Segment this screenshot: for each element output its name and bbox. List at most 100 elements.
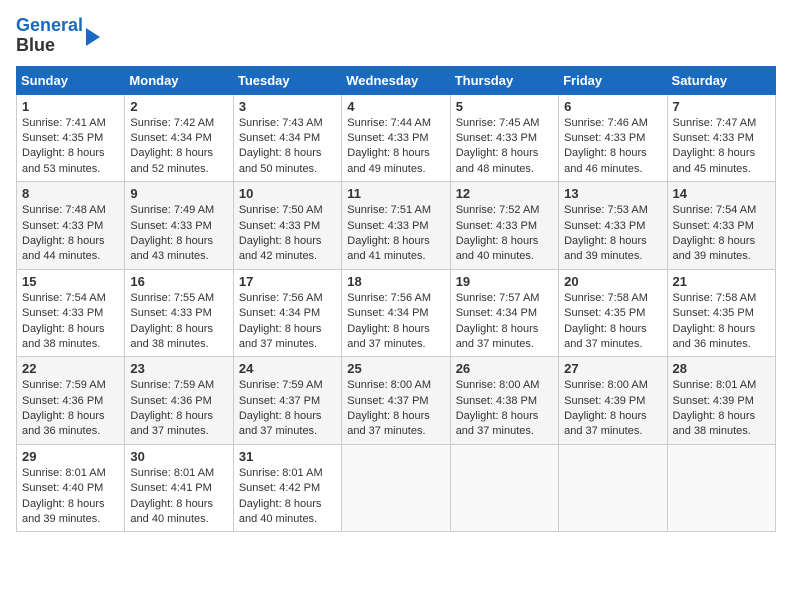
day-number: 9 xyxy=(130,186,227,201)
calendar-table: SundayMondayTuesdayWednesdayThursdayFrid… xyxy=(16,66,776,533)
day-info: Sunrise: 7:50 AM Sunset: 4:33 PM Dayligh… xyxy=(239,203,336,265)
day-info: Sunrise: 8:00 AM Sunset: 4:38 PM Dayligh… xyxy=(456,378,553,440)
day-number: 19 xyxy=(456,274,553,289)
day-info: Sunrise: 7:44 AM Sunset: 4:33 PM Dayligh… xyxy=(347,116,444,178)
calendar-cell: 13 Sunrise: 7:53 AM Sunset: 4:33 PM Dayl… xyxy=(559,182,667,270)
day-info: Sunrise: 7:54 AM Sunset: 4:33 PM Dayligh… xyxy=(22,291,119,353)
day-info: Sunrise: 7:51 AM Sunset: 4:33 PM Dayligh… xyxy=(347,203,444,265)
day-info: Sunrise: 7:47 AM Sunset: 4:33 PM Dayligh… xyxy=(673,116,770,178)
day-number: 1 xyxy=(22,99,119,114)
day-info: Sunrise: 7:46 AM Sunset: 4:33 PM Dayligh… xyxy=(564,116,661,178)
day-info: Sunrise: 7:59 AM Sunset: 4:37 PM Dayligh… xyxy=(239,378,336,440)
calendar-cell: 7 Sunrise: 7:47 AM Sunset: 4:33 PM Dayli… xyxy=(667,94,775,182)
day-info: Sunrise: 8:00 AM Sunset: 4:37 PM Dayligh… xyxy=(347,378,444,440)
day-number: 15 xyxy=(22,274,119,289)
logo-general: General xyxy=(16,15,83,35)
day-info: Sunrise: 8:01 AM Sunset: 4:41 PM Dayligh… xyxy=(130,466,227,528)
calendar-cell: 6 Sunrise: 7:46 AM Sunset: 4:33 PM Dayli… xyxy=(559,94,667,182)
day-info: Sunrise: 7:58 AM Sunset: 4:35 PM Dayligh… xyxy=(564,291,661,353)
day-number: 6 xyxy=(564,99,661,114)
calendar-cell: 31 Sunrise: 8:01 AM Sunset: 4:42 PM Dayl… xyxy=(233,444,341,532)
day-number: 28 xyxy=(673,361,770,376)
day-number: 24 xyxy=(239,361,336,376)
calendar-cell: 8 Sunrise: 7:48 AM Sunset: 4:33 PM Dayli… xyxy=(17,182,125,270)
calendar-week-5: 29 Sunrise: 8:01 AM Sunset: 4:40 PM Dayl… xyxy=(17,444,776,532)
calendar-cell: 5 Sunrise: 7:45 AM Sunset: 4:33 PM Dayli… xyxy=(450,94,558,182)
header-friday: Friday xyxy=(559,66,667,94)
calendar-cell: 15 Sunrise: 7:54 AM Sunset: 4:33 PM Dayl… xyxy=(17,269,125,357)
day-info: Sunrise: 8:01 AM Sunset: 4:39 PM Dayligh… xyxy=(673,378,770,440)
calendar-cell: 16 Sunrise: 7:55 AM Sunset: 4:33 PM Dayl… xyxy=(125,269,233,357)
day-number: 17 xyxy=(239,274,336,289)
calendar-cell: 22 Sunrise: 7:59 AM Sunset: 4:36 PM Dayl… xyxy=(17,357,125,445)
day-number: 4 xyxy=(347,99,444,114)
calendar-cell xyxy=(667,444,775,532)
day-number: 20 xyxy=(564,274,661,289)
day-info: Sunrise: 8:01 AM Sunset: 4:42 PM Dayligh… xyxy=(239,466,336,528)
day-info: Sunrise: 7:43 AM Sunset: 4:34 PM Dayligh… xyxy=(239,116,336,178)
calendar-cell: 21 Sunrise: 7:58 AM Sunset: 4:35 PM Dayl… xyxy=(667,269,775,357)
day-info: Sunrise: 7:49 AM Sunset: 4:33 PM Dayligh… xyxy=(130,203,227,265)
calendar-cell: 27 Sunrise: 8:00 AM Sunset: 4:39 PM Dayl… xyxy=(559,357,667,445)
calendar-cell: 19 Sunrise: 7:57 AM Sunset: 4:34 PM Dayl… xyxy=(450,269,558,357)
day-number: 30 xyxy=(130,449,227,464)
header-thursday: Thursday xyxy=(450,66,558,94)
day-info: Sunrise: 7:58 AM Sunset: 4:35 PM Dayligh… xyxy=(673,291,770,353)
calendar-cell: 9 Sunrise: 7:49 AM Sunset: 4:33 PM Dayli… xyxy=(125,182,233,270)
day-number: 5 xyxy=(456,99,553,114)
logo-text: General Blue xyxy=(16,16,83,56)
header-wednesday: Wednesday xyxy=(342,66,450,94)
header-tuesday: Tuesday xyxy=(233,66,341,94)
day-info: Sunrise: 7:52 AM Sunset: 4:33 PM Dayligh… xyxy=(456,203,553,265)
page-header: General Blue xyxy=(16,16,776,56)
day-number: 27 xyxy=(564,361,661,376)
day-number: 21 xyxy=(673,274,770,289)
header-monday: Monday xyxy=(125,66,233,94)
day-info: Sunrise: 7:42 AM Sunset: 4:34 PM Dayligh… xyxy=(130,116,227,178)
day-number: 7 xyxy=(673,99,770,114)
day-number: 18 xyxy=(347,274,444,289)
day-info: Sunrise: 7:59 AM Sunset: 4:36 PM Dayligh… xyxy=(22,378,119,440)
day-info: Sunrise: 7:57 AM Sunset: 4:34 PM Dayligh… xyxy=(456,291,553,353)
calendar-cell: 14 Sunrise: 7:54 AM Sunset: 4:33 PM Dayl… xyxy=(667,182,775,270)
day-number: 31 xyxy=(239,449,336,464)
day-number: 11 xyxy=(347,186,444,201)
day-info: Sunrise: 7:59 AM Sunset: 4:36 PM Dayligh… xyxy=(130,378,227,440)
calendar-cell: 17 Sunrise: 7:56 AM Sunset: 4:34 PM Dayl… xyxy=(233,269,341,357)
day-number: 13 xyxy=(564,186,661,201)
day-number: 8 xyxy=(22,186,119,201)
calendar-cell: 4 Sunrise: 7:44 AM Sunset: 4:33 PM Dayli… xyxy=(342,94,450,182)
day-number: 25 xyxy=(347,361,444,376)
day-number: 22 xyxy=(22,361,119,376)
calendar-cell: 20 Sunrise: 7:58 AM Sunset: 4:35 PM Dayl… xyxy=(559,269,667,357)
day-number: 12 xyxy=(456,186,553,201)
calendar-cell: 23 Sunrise: 7:59 AM Sunset: 4:36 PM Dayl… xyxy=(125,357,233,445)
calendar-cell xyxy=(559,444,667,532)
calendar-cell: 25 Sunrise: 8:00 AM Sunset: 4:37 PM Dayl… xyxy=(342,357,450,445)
calendar-week-3: 15 Sunrise: 7:54 AM Sunset: 4:33 PM Dayl… xyxy=(17,269,776,357)
logo-arrow-icon xyxy=(86,28,100,46)
day-info: Sunrise: 7:55 AM Sunset: 4:33 PM Dayligh… xyxy=(130,291,227,353)
logo: General Blue xyxy=(16,16,100,56)
calendar-cell: 18 Sunrise: 7:56 AM Sunset: 4:34 PM Dayl… xyxy=(342,269,450,357)
day-number: 10 xyxy=(239,186,336,201)
day-number: 14 xyxy=(673,186,770,201)
calendar-week-2: 8 Sunrise: 7:48 AM Sunset: 4:33 PM Dayli… xyxy=(17,182,776,270)
calendar-cell: 3 Sunrise: 7:43 AM Sunset: 4:34 PM Dayli… xyxy=(233,94,341,182)
calendar-cell: 26 Sunrise: 8:00 AM Sunset: 4:38 PM Dayl… xyxy=(450,357,558,445)
calendar-cell xyxy=(450,444,558,532)
calendar-cell: 2 Sunrise: 7:42 AM Sunset: 4:34 PM Dayli… xyxy=(125,94,233,182)
calendar-header-row: SundayMondayTuesdayWednesdayThursdayFrid… xyxy=(17,66,776,94)
day-number: 3 xyxy=(239,99,336,114)
calendar-cell xyxy=(342,444,450,532)
calendar-cell: 28 Sunrise: 8:01 AM Sunset: 4:39 PM Dayl… xyxy=(667,357,775,445)
day-number: 29 xyxy=(22,449,119,464)
calendar-cell: 10 Sunrise: 7:50 AM Sunset: 4:33 PM Dayl… xyxy=(233,182,341,270)
day-info: Sunrise: 7:45 AM Sunset: 4:33 PM Dayligh… xyxy=(456,116,553,178)
day-number: 2 xyxy=(130,99,227,114)
day-number: 26 xyxy=(456,361,553,376)
calendar-cell: 30 Sunrise: 8:01 AM Sunset: 4:41 PM Dayl… xyxy=(125,444,233,532)
header-sunday: Sunday xyxy=(17,66,125,94)
calendar-cell: 1 Sunrise: 7:41 AM Sunset: 4:35 PM Dayli… xyxy=(17,94,125,182)
logo-blue: Blue xyxy=(16,35,55,55)
